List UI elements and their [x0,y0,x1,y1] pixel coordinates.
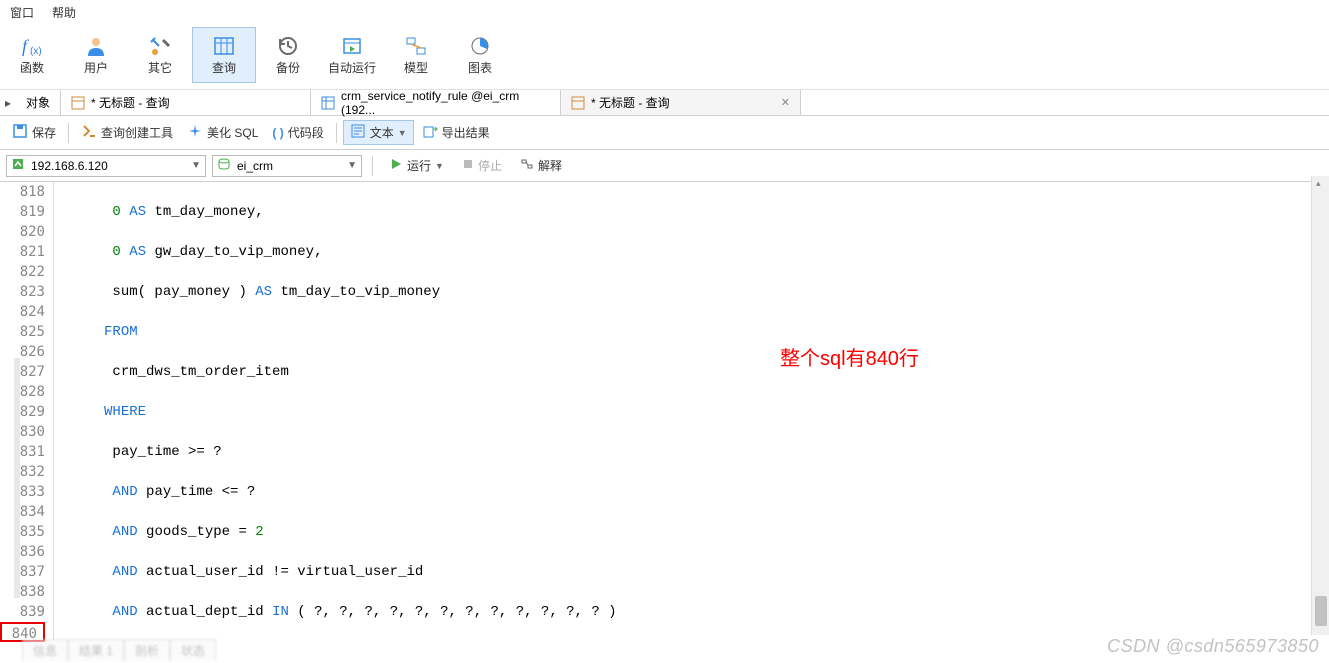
text-view-button[interactable]: 文本 ▼ [343,120,414,145]
tab-label: * 无标题 - 查询 [91,94,170,111]
chevron-down-icon: ▼ [435,161,444,171]
save-button[interactable]: 保存 [6,121,62,144]
backup-icon [274,35,302,57]
document-tab-bar: ▸ 对象 * 无标题 - 查询 crm_service_notify_rule … [0,90,1329,116]
server-value: 192.168.6.120 [31,159,185,173]
menu-bar: 窗口 帮助 [0,0,1329,25]
main-toolbar: f(x) 函数 用户 其它 查询 备份 自动运行 模型 图表 [0,25,1329,90]
menu-window[interactable]: 窗口 [10,4,34,21]
tab-untitled-1[interactable]: * 无标题 - 查询 [61,90,311,115]
stop-button[interactable]: 停止 [456,155,508,176]
code-snippet-button[interactable]: ( ) 代码段 [266,122,329,143]
toolbar-user[interactable]: 用户 [64,27,128,83]
line-number-gutter: 8188198208218228238248258268278288298308… [0,182,54,640]
export-icon [422,123,438,142]
watermark: CSDN @csdn565973850 [1107,636,1319,657]
beautify-sql-button[interactable]: 美化 SQL [181,121,264,144]
chevron-down-icon: ▼ [191,160,201,171]
toolbar-other[interactable]: 其它 [128,27,192,83]
builder-icon [81,123,97,142]
result-tab[interactable]: 状态 [170,639,216,661]
tab-label: 对象 [26,94,50,111]
toolbar-function[interactable]: f(x) 函数 [0,27,64,83]
tab-label: crm_service_notify_rule @ei_crm (192... [341,89,550,117]
tab-label: * 无标题 - 查询 [591,94,670,111]
server-select[interactable]: 192.168.6.120 ▼ [6,155,206,177]
tab-crm-service[interactable]: crm_service_notify_rule @ei_crm (192... [311,90,561,115]
result-tab[interactable]: 剖析 [124,639,170,661]
table-tab-icon [321,96,335,110]
text-icon [350,123,366,142]
divider [336,123,337,143]
connection-bar: 192.168.6.120 ▼ ei_crm ▼ 运行 ▼ 停止 解释 [0,150,1329,182]
fold-handle[interactable] [14,358,20,598]
fx-icon: f(x) [18,35,46,57]
result-tab[interactable]: 信息 [22,639,68,661]
annotation-text: 整个sql有840行 [780,342,919,371]
tab-objects[interactable]: 对象 [16,90,61,115]
chart-icon [466,35,494,57]
tab-untitled-2[interactable]: * 无标题 - 查询 ✕ [561,90,801,115]
explain-button[interactable]: 解释 [514,155,568,176]
database-icon [217,157,231,174]
run-button[interactable]: 运行 ▼ [383,155,450,176]
autorun-icon [338,35,366,57]
toolbar-chart[interactable]: 图表 [448,27,512,83]
editor-toolbar: 保存 查询创建工具 美化 SQL ( ) 代码段 文本 ▼ 导出结果 [0,116,1329,150]
query-builder-button[interactable]: 查询创建工具 [75,121,179,144]
divider [372,156,373,176]
query-tab-icon [71,96,85,110]
brackets-icon: ( ) [272,126,283,140]
tools-icon [146,35,174,57]
user-icon [82,35,110,57]
toolbar-backup[interactable]: 备份 [256,27,320,83]
stop-icon [462,158,474,173]
scroll-up-icon[interactable]: ▴ [1316,178,1321,189]
result-tabs: 信息 结果 1 剖析 状态 [22,639,216,661]
toolbar-query[interactable]: 查询 [192,27,256,83]
menu-help[interactable]: 帮助 [52,4,76,21]
result-tab[interactable]: 结果 1 [68,639,124,661]
sql-editor[interactable]: 8188198208218228238248258268278288298308… [0,182,1329,640]
database-value: ei_crm [237,159,341,173]
sparkle-icon [187,123,203,142]
explain-icon [520,157,534,174]
scrollbar-thumb[interactable] [1315,596,1327,626]
chevron-down-icon: ▼ [347,160,357,171]
code-content[interactable]: 0 AS tm_day_money, 0 AS gw_day_to_vip_mo… [54,182,1329,640]
query-tab-icon [571,96,585,110]
tabs-expand-icon[interactable]: ▸ [0,96,16,110]
chevron-down-icon: ▼ [398,128,407,138]
toolbar-autorun[interactable]: 自动运行 [320,27,384,83]
export-result-button[interactable]: 导出结果 [416,121,496,144]
close-icon[interactable]: ✕ [781,96,790,109]
save-icon [12,123,28,142]
svg-text:f: f [22,36,30,56]
divider [68,123,69,143]
query-icon [210,35,238,57]
svg-text:(x): (x) [30,46,42,56]
toolbar-model[interactable]: 模型 [384,27,448,83]
database-select[interactable]: ei_crm ▼ [212,155,362,177]
play-icon [389,157,403,174]
connection-icon [11,157,25,174]
vertical-scrollbar[interactable]: ▴ [1311,176,1329,635]
model-icon [402,35,430,57]
